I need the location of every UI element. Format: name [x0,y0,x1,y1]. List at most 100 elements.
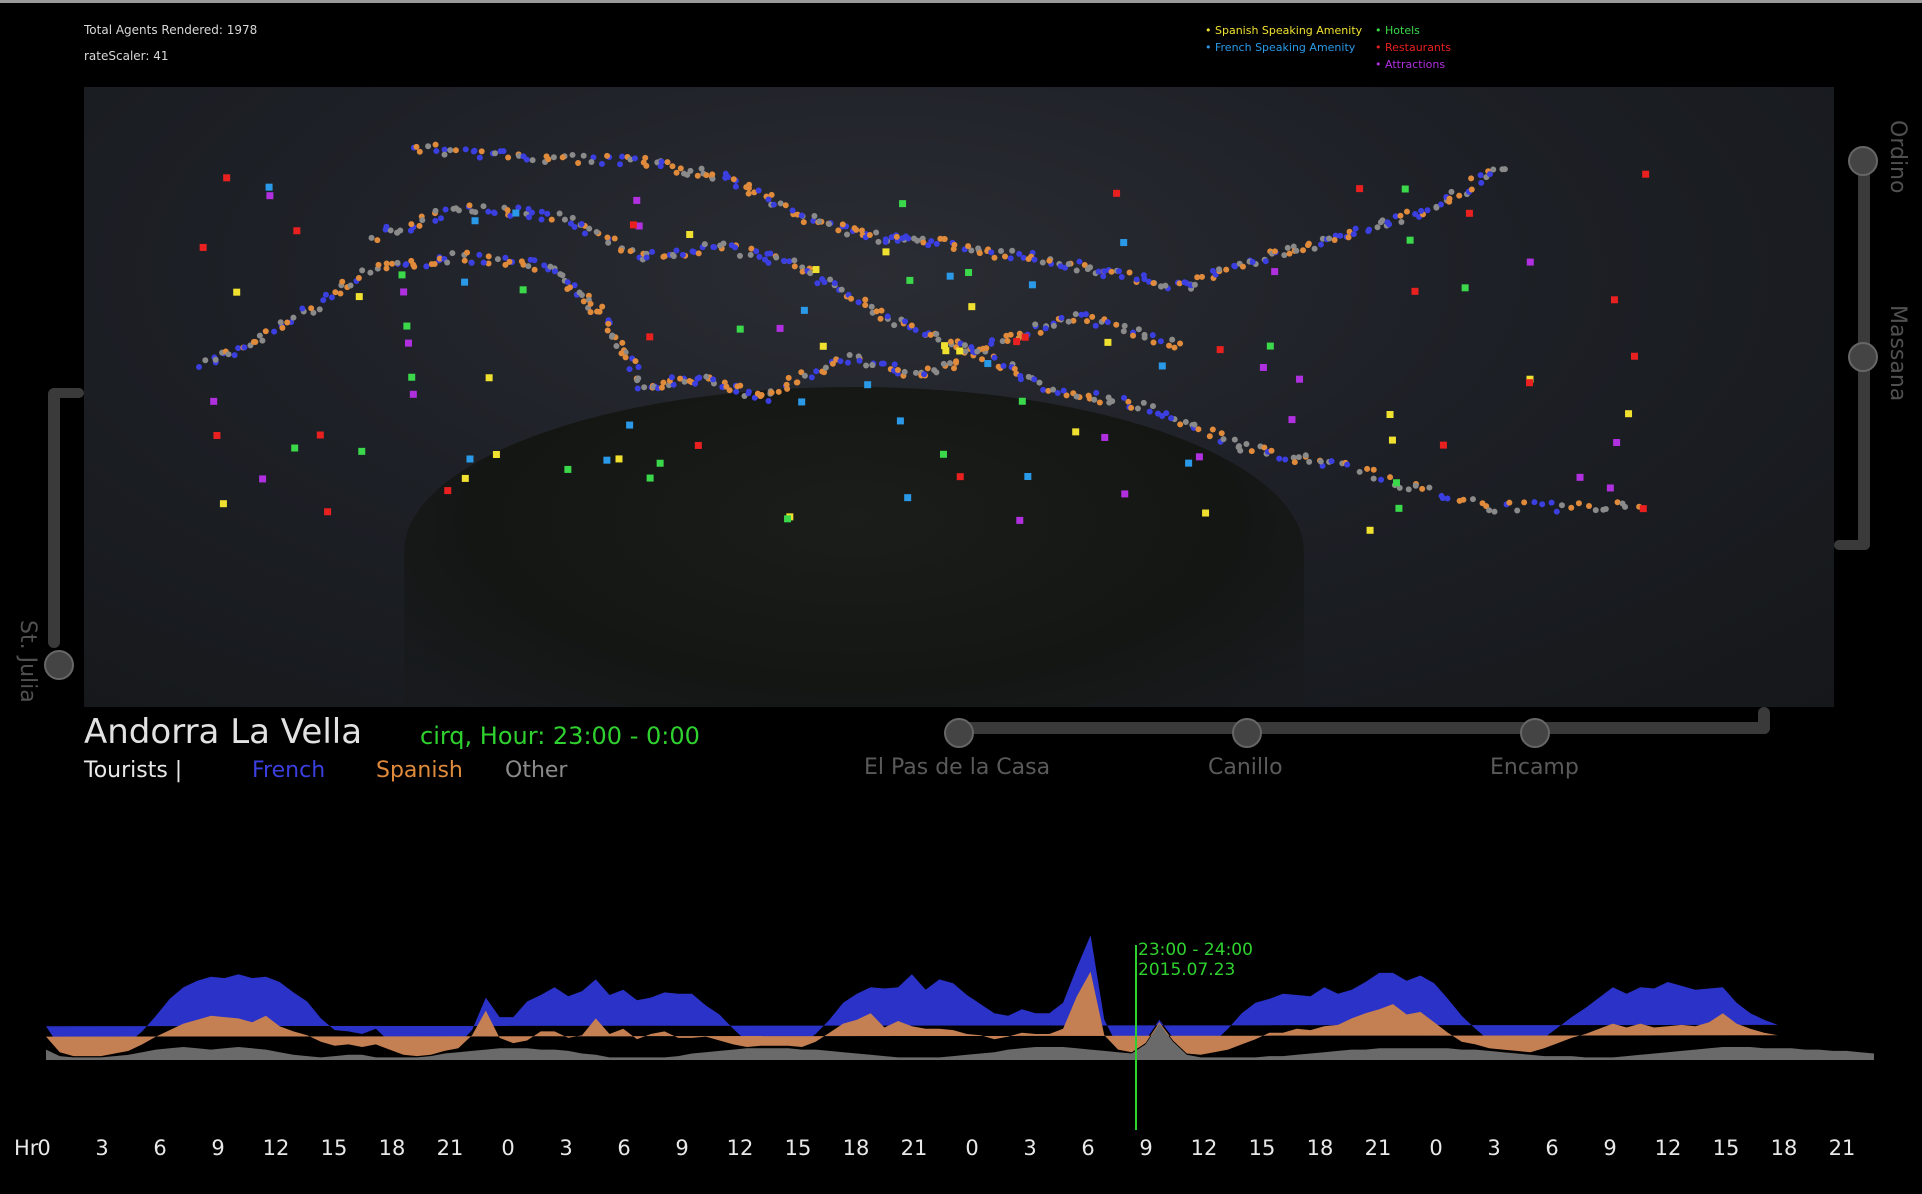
agent-dot [339,278,346,285]
legend-french: French [252,758,326,783]
agent-dot [846,351,853,358]
agent-dot [449,250,456,257]
agent-dot [322,291,329,298]
agent-dot [901,368,908,375]
agent-dot [538,216,545,223]
agent-dot [1042,325,1049,332]
amenity-marker [819,342,827,350]
agent-dot [724,173,731,180]
tourists-label: Tourists | [84,758,183,783]
agent-dot [1220,436,1227,443]
agent-dot [1199,273,1206,280]
x-tick-label: 18 [1306,1136,1334,1160]
agent-dot [668,374,675,381]
agent-dot [673,169,680,176]
node-encamp[interactable] [1520,718,1550,748]
agent-dot [408,221,415,228]
agent-dot [196,364,203,371]
agent-dot [578,221,585,228]
agent-dot [856,357,863,364]
legend-french-amenity: • French Speaking Amenity [1205,41,1356,54]
total-agents-label: Total Agents Rendered: 1978 [84,23,258,37]
agent-dot [523,156,530,163]
agent-dot [1040,386,1047,393]
agent-dot [580,152,587,159]
amenity-marker [646,474,654,482]
agent-dot [1282,456,1289,463]
timeline-chart[interactable] [0,930,1922,1130]
agent-dot [1328,458,1335,465]
agent-dot [695,250,702,257]
agent-dot [1281,252,1288,259]
agent-dot [1592,507,1599,514]
agent-dot [1614,499,1621,506]
agent-dot [979,356,986,363]
agent-dot [1531,499,1538,506]
x-tick-label: 6 [1081,1136,1095,1160]
agent-dot [290,314,297,321]
agent-dot [1317,241,1324,248]
agent-dot [1025,373,1032,380]
amenity-marker [1356,185,1364,193]
agent-dot [853,226,860,233]
agent-dot [1150,280,1157,287]
top-border [0,0,1922,3]
agent-dot [485,208,492,215]
agent-dot [1424,207,1431,214]
amenity-marker [259,475,267,483]
node-ordino[interactable] [1848,146,1878,176]
agent-dot [1344,461,1351,468]
x-tick-label: 6 [617,1136,631,1160]
node-pas-de-la-casa[interactable] [944,718,974,748]
amenity-marker [324,508,332,516]
agent-dot [921,371,928,378]
agent-dot [299,305,306,312]
agent-dot [837,358,844,365]
agent-dot [791,263,798,270]
agent-dot [780,257,787,264]
agent-dot [1017,376,1024,383]
amenity-marker [398,271,406,279]
x-tick-label: 18 [842,1136,870,1160]
agent-dot [933,330,940,337]
amenity-marker [485,374,493,382]
agent-dot [432,207,439,214]
node-canillo[interactable] [1232,718,1262,748]
agent-dot [1146,408,1153,415]
agent-dot [250,338,257,345]
amenity-marker [512,209,520,217]
agent-dot [641,384,648,391]
node-massana[interactable] [1848,342,1878,372]
agent-dot [891,361,898,368]
agent-dot [893,233,900,240]
agent-dot [617,247,624,254]
agent-dot [500,148,507,155]
agent-dot [1095,268,1102,275]
amenity-marker [316,431,324,439]
agent-dot [416,148,423,155]
agent-dot [543,153,550,160]
satellite-map[interactable] [84,87,1834,707]
amenity-marker [941,342,949,350]
agent-dot [609,332,616,339]
track-bottom [960,722,1770,734]
x-tick-label: 9 [211,1136,225,1160]
agent-dot [720,240,727,247]
agent-dot [848,295,855,302]
amenity-marker [1639,505,1647,513]
amenity-marker [1120,239,1128,247]
town-pas-de-la-casa: El Pas de la Casa [864,755,1051,780]
agent-dot [1073,267,1080,274]
agent-dot [765,259,772,266]
agent-dot [844,359,851,366]
amenity-marker [939,450,947,458]
agent-dot [1135,326,1142,333]
town-massana: Massana [1885,305,1910,402]
agent-dot [1622,503,1629,510]
agent-dot [1121,322,1128,329]
node-st-julia[interactable] [44,650,74,680]
agent-dot [442,206,449,213]
agent-dot [1398,218,1405,225]
agent-dot [1176,280,1183,287]
amenity-marker [210,397,218,405]
